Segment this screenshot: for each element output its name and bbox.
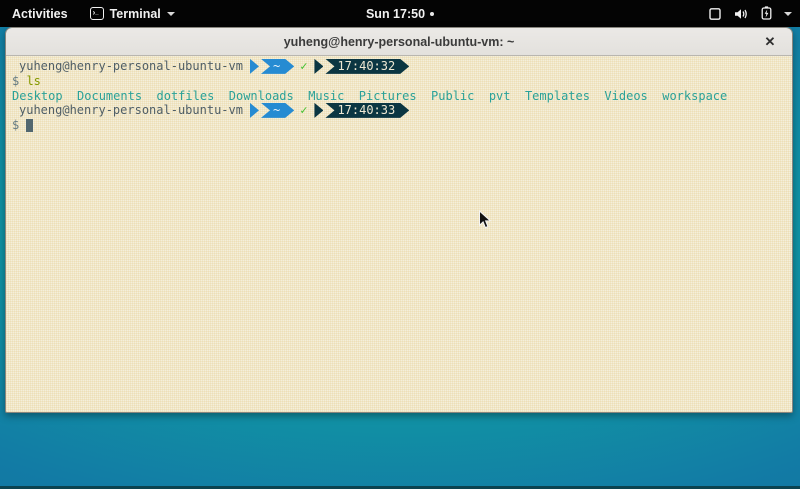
prompt-symbol: $ (12, 74, 26, 88)
prompt-time-segment: 17:40:33 (325, 103, 409, 118)
activities-button[interactable]: Activities (0, 0, 80, 27)
activities-label: Activities (12, 7, 68, 21)
powerline-arrow-icon (250, 59, 259, 74)
mouse-pointer-icon (478, 210, 492, 230)
close-button[interactable]: ✕ (758, 28, 782, 56)
status-check-icon: ✓ (294, 103, 314, 117)
chevron-down-icon (784, 12, 792, 16)
window-title: yuheng@henry-personal-ubuntu-vm: ~ (284, 35, 515, 49)
prompt-user: yuheng@henry-personal-ubuntu-vm (12, 59, 243, 73)
powerline-arrow-icon (314, 59, 323, 74)
prompt-symbol: $ (12, 118, 26, 132)
ls-output-line: Desktop Documents dotfiles Downloads Mus… (12, 88, 792, 103)
command-line: $ ls (12, 74, 792, 89)
prompt-user: yuheng@henry-personal-ubuntu-vm (12, 103, 243, 117)
powerline-arrow-icon (250, 103, 259, 118)
prompt-time-segment: 17:40:32 (325, 59, 409, 74)
system-tray[interactable] (708, 0, 792, 27)
notification-dot-icon (430, 12, 434, 16)
chevron-down-icon (167, 12, 175, 16)
app-menu-button[interactable]: ›_ Terminal (80, 0, 185, 27)
display-icon (708, 7, 722, 21)
command-text: ls (26, 74, 40, 88)
prompt-path-segment: ~ (261, 59, 294, 74)
prompt-line: yuheng@henry-personal-ubuntu-vm ~ ✓ 17:4… (12, 103, 792, 118)
volume-icon (733, 7, 749, 21)
terminal-icon: ›_ (90, 7, 104, 20)
prompt-line: yuheng@henry-personal-ubuntu-vm ~ ✓ 17:4… (12, 59, 792, 74)
terminal-content[interactable]: yuheng@henry-personal-ubuntu-vm ~ ✓ 17:4… (6, 56, 792, 412)
directory-list: Desktop Documents dotfiles Downloads Mus… (12, 89, 727, 103)
battery-charging-icon (760, 6, 773, 21)
powerline-segments: ~ ✓ 17:40:32 (250, 59, 409, 74)
powerline-segments: ~ ✓ 17:40:33 (250, 103, 409, 118)
clock-label: Sun 17:50 (366, 7, 425, 21)
status-check-icon: ✓ (294, 59, 314, 73)
window-titlebar[interactable]: yuheng@henry-personal-ubuntu-vm: ~ ✕ (6, 28, 792, 56)
powerline-arrow-icon (314, 103, 323, 118)
app-menu-label: Terminal (110, 7, 161, 21)
terminal-window: yuheng@henry-personal-ubuntu-vm: ~ ✕ yuh… (5, 27, 793, 413)
prompt-path-segment: ~ (261, 103, 294, 118)
input-line[interactable]: $ (12, 118, 792, 133)
top-bar: Activities ›_ Terminal Sun 17:50 (0, 0, 800, 27)
text-cursor (26, 119, 33, 132)
